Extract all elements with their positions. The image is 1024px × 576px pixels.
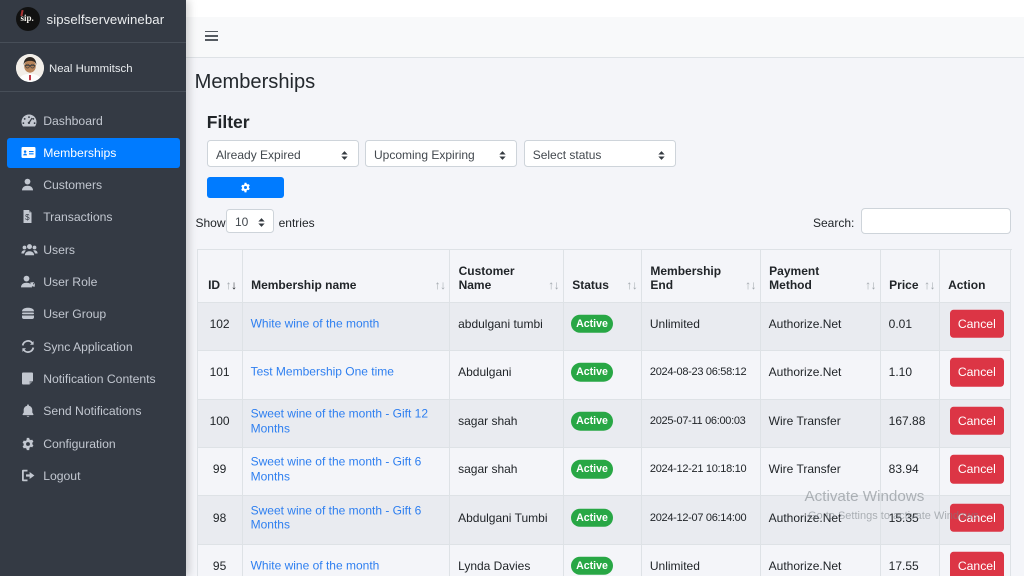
- svg-text:$: $: [25, 213, 30, 222]
